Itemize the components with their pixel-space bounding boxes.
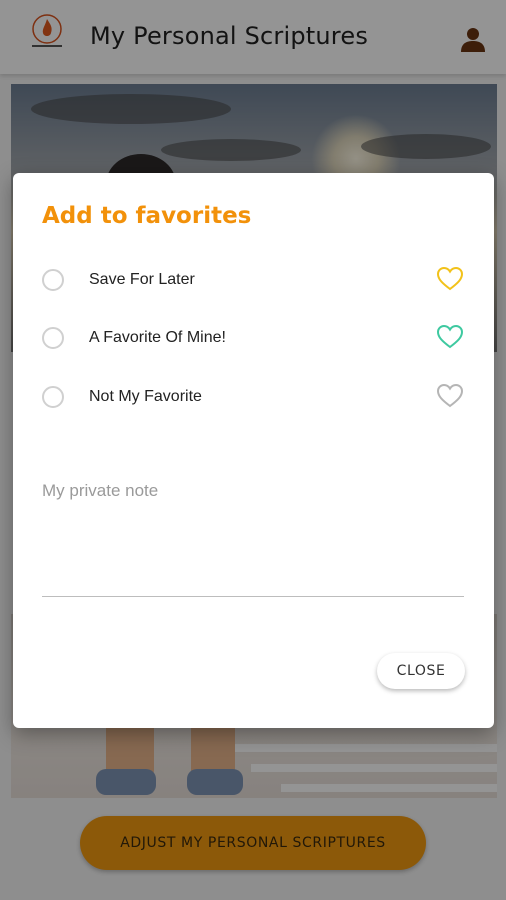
option-not-my-favorite[interactable]: Not My Favorite bbox=[13, 373, 494, 423]
private-note-input[interactable]: My private note bbox=[42, 481, 158, 501]
dialog-title: Add to favorites bbox=[42, 203, 252, 229]
heart-outline-icon bbox=[436, 266, 464, 291]
heart-outline-icon bbox=[436, 383, 464, 408]
option-label: Save For Later bbox=[89, 271, 195, 288]
option-label: A Favorite Of Mine! bbox=[89, 329, 226, 346]
option-favorite-of-mine[interactable]: A Favorite Of Mine! bbox=[13, 314, 494, 364]
close-button[interactable]: CLOSE bbox=[377, 653, 465, 689]
heart-outline-icon bbox=[436, 324, 464, 349]
radio-button[interactable] bbox=[42, 386, 64, 408]
radio-button[interactable] bbox=[42, 327, 64, 349]
option-label: Not My Favorite bbox=[89, 388, 202, 405]
add-to-favorites-dialog: Add to favorites Save For Later A Favori… bbox=[13, 173, 494, 728]
radio-button[interactable] bbox=[42, 269, 64, 291]
note-underline bbox=[42, 596, 464, 597]
option-save-for-later[interactable]: Save For Later bbox=[13, 256, 494, 306]
